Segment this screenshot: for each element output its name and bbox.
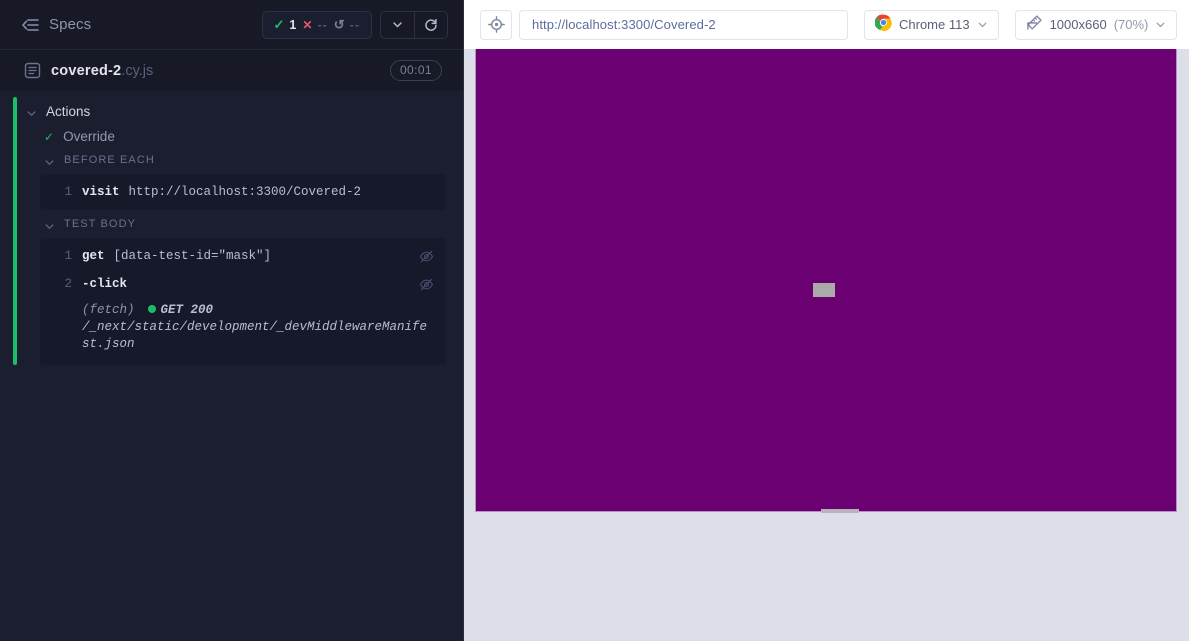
command-row[interactable]: 2 -click bbox=[40, 270, 446, 298]
url-value: http://localhost:3300/Covered-2 bbox=[532, 17, 716, 32]
reporter-panel: Specs ✓ 1 ✕ -- ↺ -- covered-2 .cy.js 00:… bbox=[0, 0, 464, 641]
command-method: visit bbox=[82, 185, 120, 199]
browser-selector[interactable]: Chrome 113 bbox=[864, 9, 999, 40]
viewport-scale: (70%) bbox=[1113, 17, 1149, 32]
hook-label: BEFORE EACH bbox=[64, 154, 155, 166]
hook-label: TEST BODY bbox=[64, 218, 137, 230]
application-under-test[interactable] bbox=[476, 49, 1176, 513]
route-log-row[interactable]: (fetch) GET 200 /_next/static/development… bbox=[40, 298, 446, 361]
hook-row-test-body[interactable]: TEST BODY bbox=[0, 213, 464, 235]
test-row-override[interactable]: ✓ Override bbox=[0, 124, 464, 149]
command-row[interactable]: 1 visit http://localhost:3300/Covered-2 bbox=[40, 178, 446, 206]
spec-file-icon bbox=[24, 62, 41, 79]
command-method: get bbox=[82, 249, 105, 263]
stat-passed: ✓ 1 bbox=[274, 18, 297, 32]
test-title: Override bbox=[63, 129, 115, 144]
failed-count: -- bbox=[317, 17, 328, 32]
command-number: 1 bbox=[64, 249, 72, 263]
spec-file-name: covered-2 bbox=[51, 62, 122, 79]
command-block-test-body: 1 get [data-test-id="mask"] 2 -click (fe… bbox=[40, 238, 446, 365]
chevron-down-icon bbox=[1155, 19, 1166, 30]
hook-row-before-each[interactable]: BEFORE EACH bbox=[0, 149, 464, 171]
url-input[interactable]: http://localhost:3300/Covered-2 bbox=[519, 9, 848, 40]
aut-panel: http://localhost:3300/Covered-2 Chrome 1… bbox=[464, 0, 1189, 641]
ruler-icon bbox=[1026, 14, 1043, 36]
hidden-eye-icon[interactable] bbox=[409, 275, 434, 293]
spec-file-extension: .cy.js bbox=[121, 62, 154, 79]
status-dot-icon bbox=[147, 305, 156, 313]
specs-nav-button[interactable]: Specs bbox=[22, 16, 91, 33]
cross-icon: ✕ bbox=[302, 17, 313, 32]
url-group: http://localhost:3300/Covered-2 bbox=[480, 9, 848, 40]
reporter-control-group bbox=[380, 10, 448, 39]
mask-element[interactable] bbox=[813, 283, 835, 297]
route-status: GET 200 bbox=[160, 303, 214, 317]
spec-file-row[interactable]: covered-2 .cy.js 00:01 bbox=[0, 49, 464, 91]
command-block-before-each: 1 visit http://localhost:3300/Covered-2 bbox=[40, 174, 446, 210]
command-number: 2 bbox=[64, 277, 72, 291]
aut-stage bbox=[464, 49, 1189, 641]
chevron-down-icon[interactable] bbox=[381, 12, 414, 38]
suite-row-actions[interactable]: Actions bbox=[0, 99, 464, 124]
bottom-edge-element[interactable] bbox=[821, 509, 859, 513]
pass-status-bar bbox=[13, 97, 17, 365]
chevron-down-icon bbox=[26, 106, 37, 117]
reporter-header: Specs ✓ 1 ✕ -- ↺ -- bbox=[0, 0, 464, 49]
browser-label: Chrome 113 bbox=[899, 17, 970, 32]
route-url: /_next/static/development/_devMiddleware… bbox=[82, 320, 428, 351]
pending-count: -- bbox=[349, 17, 360, 32]
aut-left-gutter bbox=[464, 49, 476, 641]
stat-pending: ↺ -- bbox=[334, 18, 360, 32]
passed-count: 1 bbox=[289, 17, 297, 32]
specs-label: Specs bbox=[49, 16, 92, 33]
chevron-down-icon bbox=[44, 219, 55, 230]
suite-title: Actions bbox=[46, 104, 91, 119]
hidden-eye-icon[interactable] bbox=[409, 247, 434, 265]
chevron-down-icon bbox=[44, 155, 55, 166]
reporter-header-controls: ✓ 1 ✕ -- ↺ -- bbox=[261, 10, 448, 39]
collapse-left-icon bbox=[22, 18, 39, 32]
viewport-label: 1000x660 bbox=[1049, 17, 1107, 32]
cypress-test-runner: Specs ✓ 1 ✕ -- ↺ -- covered-2 .cy.js 00:… bbox=[0, 0, 1189, 641]
chrome-icon bbox=[874, 14, 892, 36]
viewport-selector[interactable]: 1000x660 (70%) bbox=[1014, 9, 1178, 40]
check-icon: ✓ bbox=[273, 17, 285, 32]
check-icon: ✓ bbox=[44, 129, 55, 144]
stat-failed: ✕ -- bbox=[302, 18, 327, 32]
command-number: 1 bbox=[64, 185, 72, 199]
restart-icon[interactable] bbox=[414, 11, 447, 38]
command-method: -click bbox=[82, 277, 128, 291]
test-tree: Actions ✓ Override BEFORE EACH 1 visit h… bbox=[0, 91, 464, 365]
selector-playground-icon[interactable] bbox=[480, 9, 512, 40]
command-argument: http://localhost:3300/Covered-2 bbox=[128, 185, 362, 199]
route-body: (fetch) GET 200 /_next/static/development… bbox=[82, 302, 434, 353]
pending-icon: ↺ bbox=[333, 17, 345, 32]
aut-toolbar: http://localhost:3300/Covered-2 Chrome 1… bbox=[464, 0, 1189, 49]
chevron-down-icon bbox=[977, 19, 988, 30]
route-kind: (fetch) bbox=[82, 303, 135, 317]
command-argument: [data-test-id="mask"] bbox=[113, 249, 272, 263]
spec-duration: 00:01 bbox=[389, 60, 442, 81]
test-stats: ✓ 1 ✕ -- ↺ -- bbox=[261, 10, 372, 39]
command-row[interactable]: 1 get [data-test-id="mask"] bbox=[40, 242, 446, 270]
